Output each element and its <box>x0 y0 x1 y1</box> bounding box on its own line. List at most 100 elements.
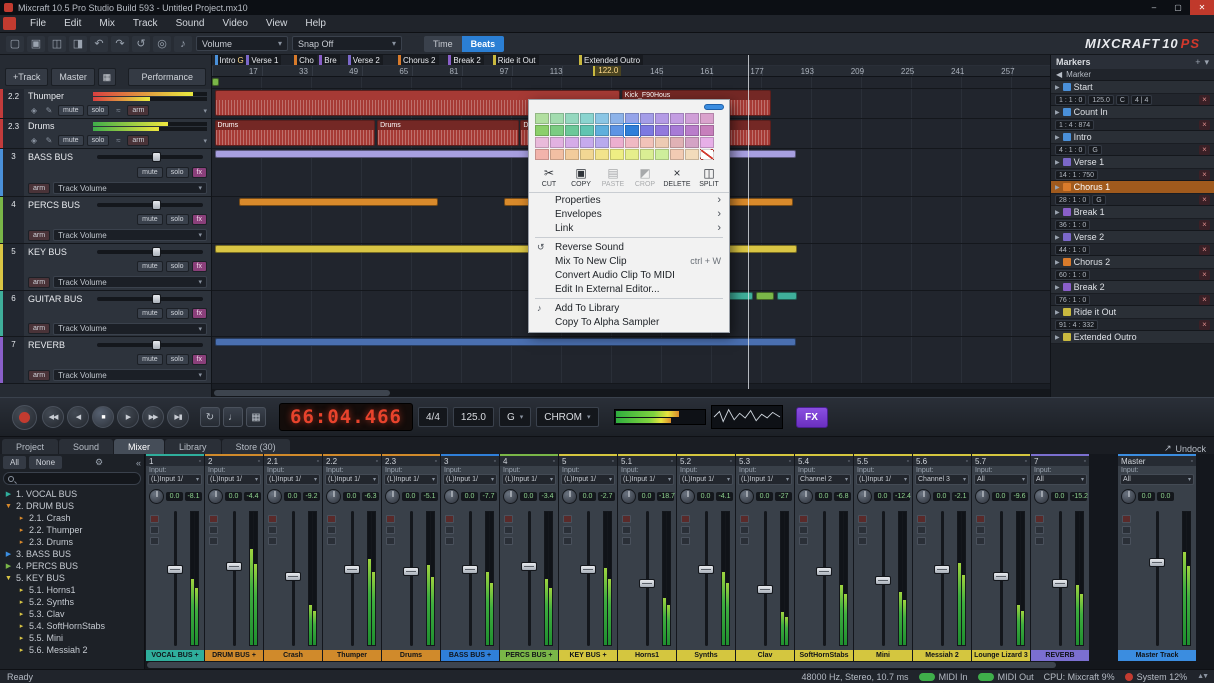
track-volume-fader[interactable] <box>97 297 203 301</box>
color-swatch[interactable] <box>670 137 684 148</box>
marker-count-in[interactable]: ▶Count In <box>1051 106 1214 119</box>
mute-button[interactable] <box>740 526 749 534</box>
tab-sound[interactable]: Sound <box>59 439 113 454</box>
color-swatch[interactable] <box>625 125 639 136</box>
color-swatch[interactable] <box>625 149 639 160</box>
mute-button[interactable] <box>327 526 336 534</box>
color-swatch[interactable] <box>580 149 594 160</box>
timeline-h-scrollbar[interactable] <box>212 389 1050 397</box>
strip-options-icon[interactable]: ▫ <box>907 458 909 465</box>
color-swatch[interactable] <box>535 125 549 136</box>
export-icon[interactable]: ◨ <box>69 36 87 52</box>
strip-input-select[interactable]: (L)Input 1/▾ <box>561 474 615 485</box>
color-swatch[interactable] <box>700 137 714 148</box>
marker-color-swatch[interactable] <box>1063 133 1071 141</box>
solo-button[interactable] <box>327 537 336 545</box>
menu-help[interactable]: Help <box>296 16 335 31</box>
menu-item-link[interactable]: Link› <box>529 221 729 235</box>
track-automation-select[interactable]: Track Volume▾ <box>53 276 207 288</box>
color-swatch[interactable] <box>535 149 549 160</box>
mute-button[interactable]: mute <box>137 214 163 225</box>
pan-knob[interactable] <box>385 489 400 504</box>
mute-button[interactable] <box>681 526 690 534</box>
color-swatch[interactable] <box>565 137 579 148</box>
section-marker-cho[interactable]: Cho <box>294 55 317 65</box>
audio-clip[interactable] <box>212 78 219 86</box>
pan-knob[interactable] <box>1034 489 1049 504</box>
arm-button[interactable] <box>386 515 395 523</box>
arm-button[interactable] <box>740 515 749 523</box>
mute-button[interactable]: mute <box>137 261 163 272</box>
solo-button[interactable]: solo <box>87 105 110 116</box>
pan-knob[interactable] <box>680 489 695 504</box>
mute-button[interactable] <box>445 526 454 534</box>
strip-name-label[interactable]: Lounge Lizard 3 <box>972 650 1030 661</box>
strip-name-label[interactable]: SoftHornStabs <box>795 650 853 661</box>
automation-icon[interactable]: ≈ <box>112 136 124 145</box>
solo-button[interactable]: solo <box>166 214 189 225</box>
scrollbar-thumb[interactable] <box>214 390 390 396</box>
color-swatch[interactable] <box>565 149 579 160</box>
pan-knob[interactable] <box>1121 489 1136 504</box>
tree-item-2-1-crash[interactable]: ▸2.1. Crash <box>0 512 144 524</box>
automation-icon[interactable]: ≈ <box>112 106 124 115</box>
color-swatch[interactable] <box>670 113 684 124</box>
snap-select[interactable]: Snap Off▾ <box>292 36 402 51</box>
volume-fader[interactable] <box>403 567 419 576</box>
delete-marker-button[interactable]: × <box>1199 295 1210 305</box>
delete-button[interactable]: ×DELETE <box>661 166 693 188</box>
history-icon[interactable]: ↺ <box>132 36 150 52</box>
menu-item-edit-in-external-editor[interactable]: Edit In External Editor... <box>529 282 729 296</box>
menu-item-reverse-sound[interactable]: ↺Reverse Sound <box>529 240 729 254</box>
mute-button[interactable] <box>563 526 572 534</box>
delete-marker-button[interactable]: × <box>1199 170 1210 180</box>
arm-button[interactable] <box>1122 515 1131 523</box>
solo-button[interactable] <box>622 537 631 545</box>
solo-button[interactable] <box>268 537 277 545</box>
marker-color-swatch[interactable] <box>1063 283 1071 291</box>
pan-knob[interactable] <box>562 489 577 504</box>
color-swatch[interactable] <box>670 125 684 136</box>
undo-icon[interactable]: ↶ <box>90 36 108 52</box>
mute-button[interactable] <box>1035 526 1044 534</box>
select-none-button[interactable]: None <box>29 456 62 469</box>
delete-marker-button[interactable]: × <box>1199 220 1210 230</box>
arm-button[interactable] <box>917 515 926 523</box>
tab-library[interactable]: Library <box>165 439 221 454</box>
maximize-button[interactable]: ▢ <box>1166 0 1190 15</box>
color-swatch[interactable] <box>595 149 609 160</box>
marker-play-icon[interactable]: ▶ <box>1055 209 1060 216</box>
audio-clip[interactable]: Drums <box>377 120 519 146</box>
color-swatch[interactable] <box>640 137 654 148</box>
arm-button[interactable]: arm <box>28 183 50 194</box>
volume-fader[interactable] <box>1052 579 1068 588</box>
color-swatch[interactable] <box>655 137 669 148</box>
volume-fader[interactable] <box>344 565 360 574</box>
arm-button[interactable] <box>1035 515 1044 523</box>
volume-fader[interactable] <box>934 565 950 574</box>
tree-item-5-5-mini[interactable]: ▸5.5. Mini <box>0 632 144 644</box>
section-marker-verse-1[interactable]: Verse 1 <box>246 55 281 65</box>
color-swatch[interactable] <box>550 137 564 148</box>
volume-fader[interactable] <box>167 565 183 574</box>
time-signature-display[interactable]: 4/4 <box>418 407 448 427</box>
status-scroll-arrows[interactable]: ▲▼ <box>1197 673 1207 680</box>
color-swatch[interactable] <box>640 113 654 124</box>
track-header-bass-bus[interactable]: 3BASS BUSmutesolofxarmTrack Volume▾ <box>0 149 211 197</box>
scrollbar-thumb[interactable] <box>147 662 1056 668</box>
solo-button[interactable] <box>386 537 395 545</box>
menu-file[interactable]: File <box>21 16 55 31</box>
color-swatch[interactable] <box>535 113 549 124</box>
strip-input-select[interactable]: (L)Input 1/▾ <box>620 474 674 485</box>
delete-marker-button[interactable]: × <box>1199 270 1210 280</box>
marker-color-swatch[interactable] <box>1063 308 1071 316</box>
pan-knob[interactable] <box>798 489 813 504</box>
markers-menu-icon[interactable]: ▾ <box>1204 57 1209 68</box>
arm-button[interactable] <box>150 515 159 523</box>
strip-options-icon[interactable]: ▫ <box>848 458 850 465</box>
pan-knob[interactable] <box>916 489 931 504</box>
fader-handle[interactable] <box>152 340 161 350</box>
mute-button[interactable] <box>386 526 395 534</box>
color-swatch[interactable] <box>685 113 699 124</box>
timeline-track-row[interactable] <box>212 77 1050 89</box>
